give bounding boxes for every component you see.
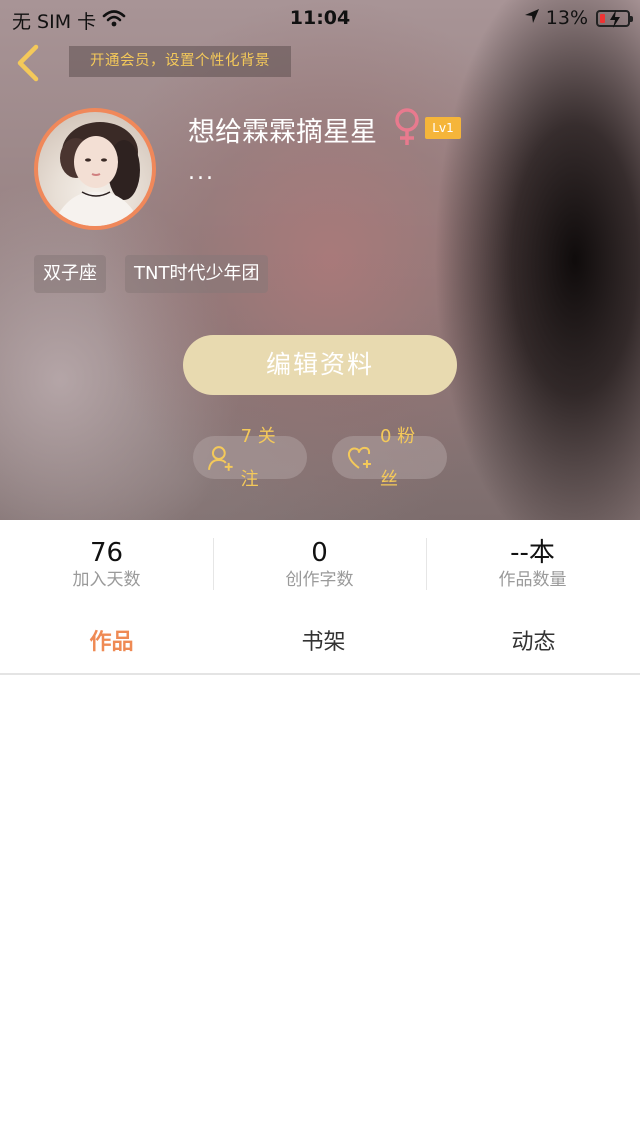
tag-zodiac: 双子座 xyxy=(34,255,106,293)
location-arrow-icon xyxy=(524,7,540,29)
female-icon xyxy=(393,107,421,151)
back-button[interactable] xyxy=(12,42,46,84)
tab-content-area xyxy=(0,677,640,1138)
stat-value: 76 xyxy=(89,538,124,568)
fans-count-label: 0 粉丝 xyxy=(379,425,416,490)
stat-value: 0 xyxy=(311,538,328,568)
vip-background-banner[interactable]: 开通会员，设置个性化背景 xyxy=(69,46,291,77)
stat-label: 创作字数 xyxy=(285,570,354,590)
stat-word-count: 0 创作字数 xyxy=(213,538,426,591)
tab-bar: 作品 书架 动态 xyxy=(0,610,640,675)
status-bar: 无 SIM 卡 11:04 13% xyxy=(0,0,640,36)
stat-works-count: --本 作品数量 xyxy=(426,538,639,591)
stat-label: 加入天数 xyxy=(72,570,141,590)
avatar[interactable] xyxy=(34,108,156,230)
tab-works[interactable]: 作品 xyxy=(5,624,218,656)
status-right-group: 13% xyxy=(524,7,633,29)
follow-count-button[interactable]: 7 关注 xyxy=(193,426,307,490)
fans-count-button[interactable]: 0 粉丝 xyxy=(332,426,447,490)
tab-bookshelf[interactable]: 书架 xyxy=(217,624,430,656)
add-user-icon xyxy=(207,445,233,471)
tag-fan-group: TNT时代少年团 xyxy=(125,255,269,293)
stat-label: 作品数量 xyxy=(498,570,567,590)
back-chevron-icon xyxy=(17,44,39,82)
stats-bar: 76 加入天数 0 创作字数 --本 作品数量 xyxy=(0,520,640,610)
heart-plus-icon xyxy=(347,446,371,469)
stat-value: --本 xyxy=(510,538,555,568)
battery-percent: 13% xyxy=(545,7,588,29)
bio-text: ... xyxy=(188,160,215,185)
follow-count-label: 7 关注 xyxy=(240,425,276,490)
level-badge: Lv1 xyxy=(425,117,461,139)
stat-join-days: 76 加入天数 xyxy=(0,538,213,591)
profile-header: 无 SIM 卡 11:04 13% 开通会员，设置个性化背景 想给霖霖摘星星 L… xyxy=(0,0,640,520)
battery-icon xyxy=(596,9,633,28)
nickname: 想给霖霖摘星星 xyxy=(188,117,377,148)
tab-activity[interactable]: 动态 xyxy=(427,624,640,656)
edit-profile-button[interactable]: 编辑资料 xyxy=(183,335,457,395)
